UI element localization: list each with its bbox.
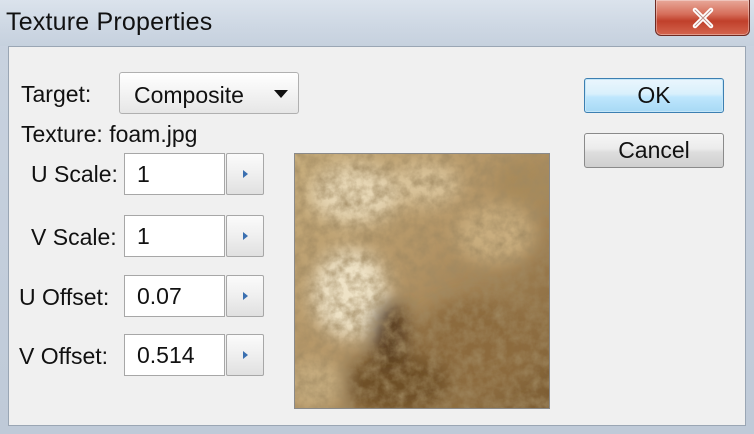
v-scale-label: V Scale: xyxy=(31,224,117,250)
close-icon xyxy=(692,7,713,28)
v-scale-increment-button[interactable] xyxy=(226,215,264,257)
dialog-body: Target: Composite Texture: foam.jpg U Sc… xyxy=(8,46,746,426)
target-dropdown-value: Composite xyxy=(134,82,244,108)
v-offset-spinner xyxy=(124,334,264,376)
u-offset-label: U Offset: xyxy=(19,284,110,310)
chevron-right-icon xyxy=(242,351,248,359)
u-scale-input[interactable] xyxy=(124,153,225,195)
texture-preview xyxy=(294,153,550,409)
chevron-right-icon xyxy=(242,292,248,300)
v-offset-input[interactable] xyxy=(124,334,225,376)
window-title: Texture Properties xyxy=(6,8,213,36)
title-bar[interactable]: Texture Properties xyxy=(0,0,754,46)
v-scale-input[interactable] xyxy=(124,215,225,257)
v-offset-label: V Offset: xyxy=(19,343,109,369)
close-button[interactable] xyxy=(655,0,750,36)
cancel-button[interactable]: Cancel xyxy=(584,133,724,168)
v-scale-spinner xyxy=(124,215,264,257)
texture-preview-image xyxy=(295,154,549,408)
u-offset-increment-button[interactable] xyxy=(226,275,264,317)
target-label: Target: xyxy=(21,81,92,107)
v-offset-increment-button[interactable] xyxy=(226,334,264,376)
u-offset-input[interactable] xyxy=(124,275,225,317)
u-scale-label: U Scale: xyxy=(31,161,118,187)
chevron-right-icon xyxy=(242,170,248,178)
texture-filename-label: Texture: foam.jpg xyxy=(21,121,198,147)
target-dropdown[interactable]: Composite xyxy=(119,72,299,114)
chevron-right-icon xyxy=(242,232,248,240)
chevron-down-icon xyxy=(274,90,288,98)
u-scale-spinner xyxy=(124,153,264,195)
texture-properties-dialog: Texture Properties Target: Composite Tex… xyxy=(0,0,754,434)
u-scale-increment-button[interactable] xyxy=(226,153,264,195)
u-offset-spinner xyxy=(124,275,264,317)
ok-button[interactable]: OK xyxy=(584,78,724,113)
